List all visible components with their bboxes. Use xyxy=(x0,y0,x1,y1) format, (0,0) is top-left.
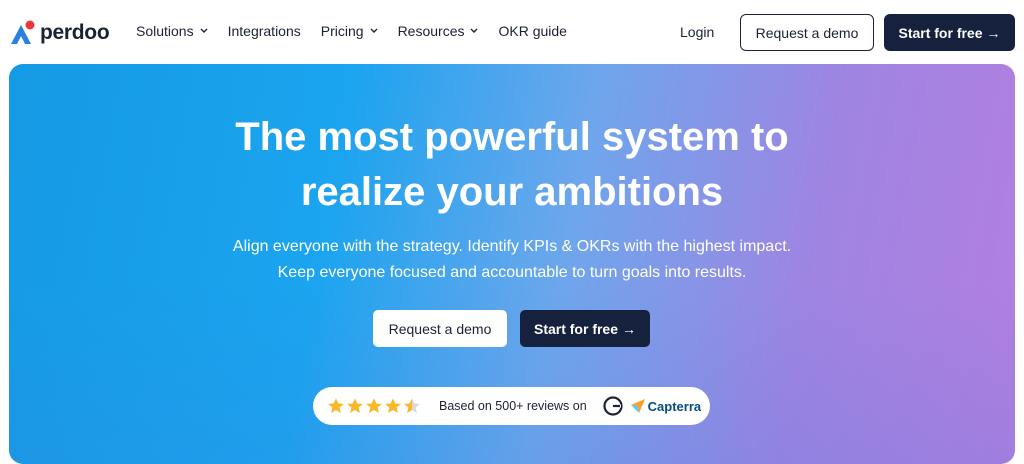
login-link[interactable]: Login xyxy=(680,24,714,40)
hero-subheadline: Align everyone with the strategy. Identi… xyxy=(9,234,1015,286)
star-icon xyxy=(366,398,382,414)
capterra-label: Capterra xyxy=(647,398,702,414)
hero-sub-line2: Keep everyone focused and accountable to… xyxy=(277,264,747,281)
hero-request-demo-button[interactable]: Request a demo xyxy=(373,310,507,347)
start-free-label: Start for free xyxy=(898,24,983,41)
perdoo-logo-icon xyxy=(11,20,35,44)
hero-headline: The most powerful system to realize your… xyxy=(9,110,1015,220)
star-rating xyxy=(327,397,421,415)
main-nav: Solutions Integrations Pricing Resources… xyxy=(136,23,587,39)
hero-request-demo-label: Request a demo xyxy=(388,320,492,337)
request-demo-label: Request a demo xyxy=(755,24,859,41)
request-demo-button[interactable]: Request a demo xyxy=(740,14,874,51)
hero-headline-line2: realize your ambitions xyxy=(300,170,724,214)
reviews-text: Based on 500+ reviews on xyxy=(439,399,587,413)
nav-resources[interactable]: Resources xyxy=(398,23,479,39)
hero-start-free-label: Start for free xyxy=(533,320,619,337)
nav-solutions[interactable]: Solutions xyxy=(136,23,208,39)
top-navigation-bar: perdoo Solutions Integrations Pricing Re… xyxy=(0,0,1024,66)
nav-okr-guide[interactable]: OKR guide xyxy=(498,23,566,39)
nav-okr-guide-label: OKR guide xyxy=(498,23,567,39)
half-star-icon xyxy=(404,398,420,414)
logo-text: perdoo xyxy=(40,21,110,44)
nav-solutions-label: Solutions xyxy=(136,23,194,39)
chevron-down-icon xyxy=(370,28,378,33)
hero-sub-line1: Align everyone with the strategy. Identi… xyxy=(232,238,792,255)
nav-integrations[interactable]: Integrations xyxy=(228,23,301,39)
nav-resources-label: Resources xyxy=(397,23,465,39)
star-icon xyxy=(347,398,363,414)
nav-integrations-label: Integrations xyxy=(227,23,301,39)
capterra-logo: Capterra xyxy=(630,398,702,414)
chevron-down-icon xyxy=(200,28,208,33)
hero-start-free-button[interactable]: Start for free → xyxy=(520,310,650,347)
perdoo-logo[interactable]: perdoo xyxy=(9,20,110,46)
arrow-right-icon: → xyxy=(986,24,1001,41)
star-icon xyxy=(328,398,344,414)
nav-pricing-label: Pricing xyxy=(320,23,364,39)
start-free-button[interactable]: Start for free → xyxy=(884,14,1015,51)
hero-section: The most powerful system to realize your… xyxy=(9,64,1015,464)
capterra-icon xyxy=(630,399,645,413)
g2-icon xyxy=(603,396,623,416)
star-icon xyxy=(385,398,401,414)
hero-headline-line1: The most powerful system to xyxy=(235,115,789,159)
reviews-badge[interactable]: Based on 500+ reviews on Capterra xyxy=(313,387,710,425)
arrow-right-icon: → xyxy=(622,320,637,337)
chevron-down-icon xyxy=(470,28,478,33)
nav-pricing[interactable]: Pricing xyxy=(321,23,378,39)
